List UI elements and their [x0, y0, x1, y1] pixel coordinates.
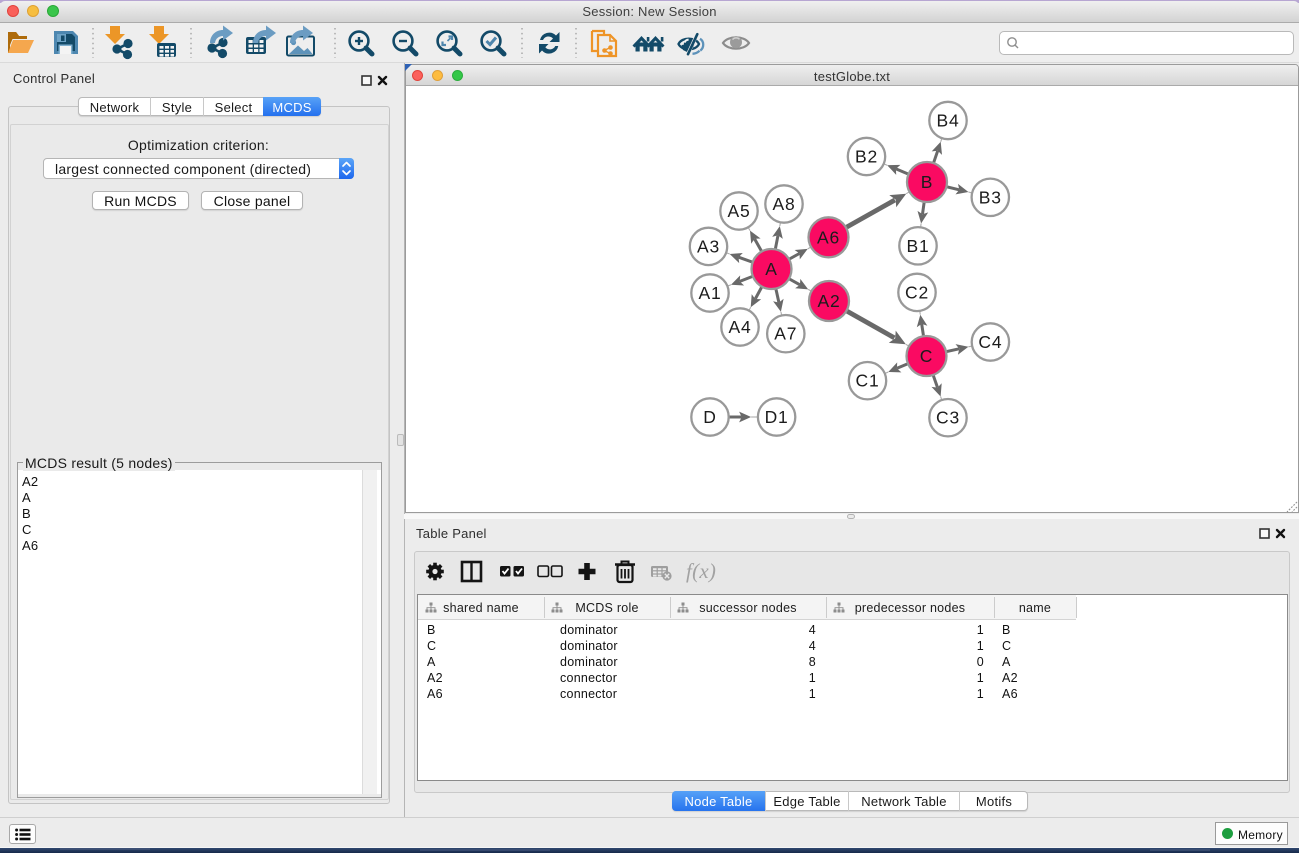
svg-text:B3: B3 [979, 187, 1002, 207]
svg-text:B2: B2 [855, 147, 878, 167]
svg-text:C: C [920, 346, 933, 366]
svg-text:D: D [703, 407, 716, 427]
svg-text:A3: A3 [697, 236, 720, 256]
svg-text:A5: A5 [727, 201, 750, 221]
svg-text:B1: B1 [906, 236, 929, 256]
svg-text:A2: A2 [817, 291, 840, 311]
svg-text:C1: C1 [856, 371, 880, 391]
svg-text:C2: C2 [905, 282, 929, 302]
svg-text:B: B [921, 172, 933, 192]
svg-text:D1: D1 [765, 407, 789, 427]
svg-text:A1: A1 [698, 283, 721, 303]
svg-text:A4: A4 [728, 317, 751, 337]
svg-text:A: A [765, 259, 777, 279]
svg-text:f(x): f(x) [686, 559, 716, 583]
svg-text:A7: A7 [774, 324, 797, 344]
svg-text:A6: A6 [817, 227, 840, 247]
svg-text:C4: C4 [978, 332, 1002, 352]
svg-text:B4: B4 [936, 111, 959, 131]
svg-text:A8: A8 [772, 194, 795, 214]
svg-text:C3: C3 [936, 408, 960, 428]
